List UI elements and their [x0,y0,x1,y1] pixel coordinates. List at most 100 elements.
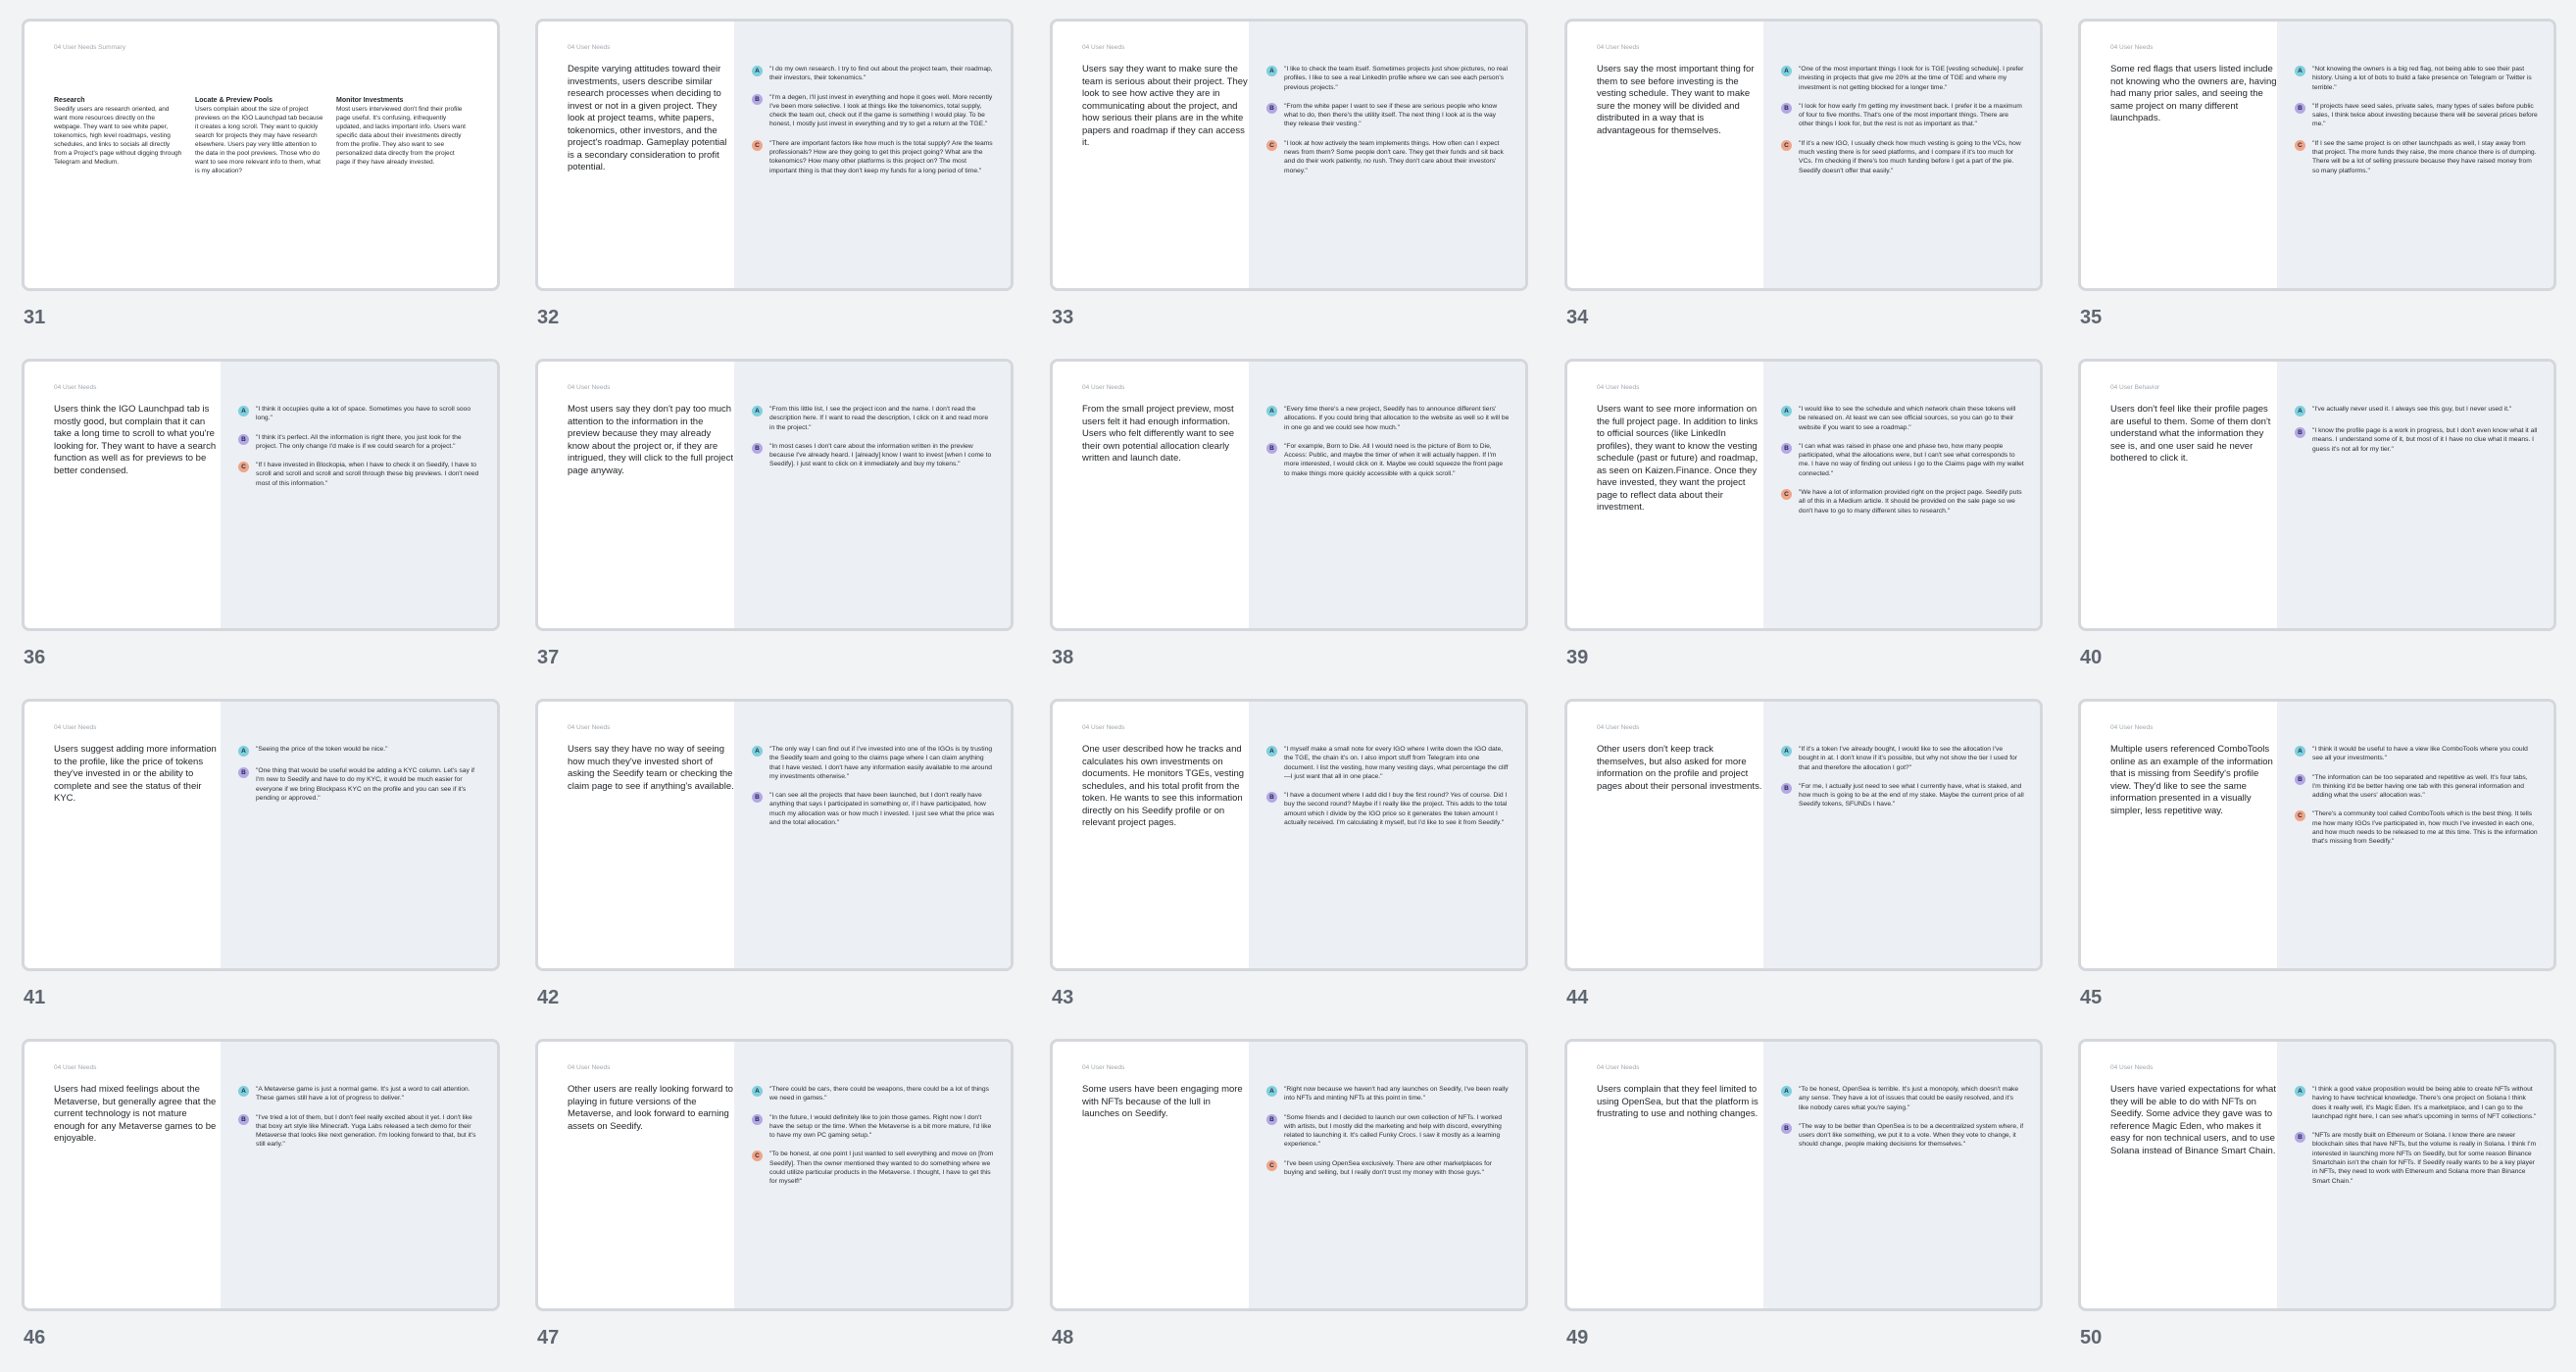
slide-thumbnail[interactable]: 04 User Needs Users suggest adding more i… [22,699,500,971]
slide-summary: Other users don't keep track themselves,… [1597,744,1762,792]
slide-number: 43 [1052,987,1074,1008]
quote: A "If it's a token I've already bought, I… [1781,745,2024,772]
quote-text: "In the future, I would definitely like … [769,1113,992,1140]
quote: B "I've tried a lot of them, but I don't … [238,1113,481,1150]
slide-summary: From the small project preview, most use… [1082,404,1235,464]
slide-thumbnail[interactable]: 04 User Needs Users complain that they fe… [1564,1039,2043,1311]
slide-left-column: 04 User Needs Users complain that they fe… [1567,1042,1763,1308]
slide-thumbnail[interactable]: 04 User Needs Users think the IGO Launchp… [22,359,500,631]
slide-cell[interactable]: 04 User Behavior Users don't feel like th… [2078,359,2556,692]
slide-cell[interactable]: 04 User Needs Most users say they don't p… [535,359,1014,692]
quote: C "To be honest, at one point I just want… [752,1150,995,1186]
slide-thumbnail[interactable]: 04 User Needs Users have varied expectati… [2078,1039,2556,1311]
slide-cell[interactable]: 04 User Needs Some users have been engagi… [1050,1039,1528,1372]
quote: C "If I have invested in Blockopia, when … [238,461,481,488]
slide-thumbnail[interactable]: 04 User Needs Users had mixed feelings ab… [22,1039,500,1311]
slide-thumbnail[interactable]: 04 User Needs From the small project prev… [1050,359,1528,631]
slide-number: 40 [2080,647,2103,668]
quote-text: "I look for how early I'm getting my inv… [1799,102,2022,128]
participant-badge: C [752,139,763,151]
quotes-panel: A "There could be cars, there could be we… [734,1042,1011,1308]
slide-thumbnail[interactable]: 04 User Needs Users say the most importan… [1564,19,2043,291]
quote-text: "I have a document where I add did I buy… [1284,792,1508,827]
slide-cell[interactable]: 04 User Needs One user described how he t… [1050,699,1528,1032]
slide-thumbnail[interactable]: 04 User Needs Summary Research Seedify u… [22,19,500,291]
quote-text: "If projects have seed sales, private sa… [2312,102,2538,128]
slide-cell[interactable]: 04 User Needs Despite varying attitudes t… [535,19,1014,352]
slide-thumbnail[interactable]: 04 User Needs Other users don't keep trac… [1564,699,2043,971]
quote: A "To be honest, OpenSea is terrible. It'… [1781,1085,2024,1112]
slide-thumbnail[interactable]: 04 User Needs Some users have been engagi… [1050,1039,1528,1311]
slide-cell[interactable]: 04 User Needs Users have varied expectati… [2078,1039,2556,1372]
slide-left-column: 04 User Needs Users want to see more info… [1567,362,1763,628]
quote-text: "I think it would be useful to have a vi… [2312,746,2528,762]
slide-thumbnail[interactable]: 04 User Needs Users say they have no way … [535,699,1014,971]
quote-text: "Seeing the price of the token would be … [256,746,388,753]
quote: B "The information can be too separated a… [2295,773,2538,801]
quote-text: "For example, Born to Die. All I would n… [1284,442,1504,477]
slide-cell[interactable]: 04 User Needs Users say they have no way … [535,699,1014,1032]
slide-thumbnail[interactable]: 04 User Needs Some red flags that users l… [2078,19,2556,291]
summary-body: Users complain about the size of project… [195,106,323,174]
participant-badge: B [1781,442,1792,454]
slide-cell[interactable]: 04 User Needs From the small project prev… [1050,359,1528,692]
slide-thumbnail[interactable]: 04 User Needs One user described how he t… [1050,699,1528,971]
slide-thumbnail[interactable]: 04 User Behavior Users don't feel like th… [2078,359,2556,631]
quote-text: "I can what was raised in phase one and … [1799,442,2024,477]
slide-cell[interactable]: 04 User Needs Other users don't keep trac… [1564,699,2043,1032]
quotes-panel: A "I've actually never used it. I always … [2277,362,2553,628]
quote: B "Some friends and I decided to launch o… [1266,1113,1510,1150]
slide-cell[interactable]: 04 User Needs Multiple users referenced C… [2078,699,2556,1032]
slide-thumbnail[interactable]: 04 User Needs Users say they want to make… [1050,19,1528,291]
slide-label: 04 User Needs [2110,1064,2154,1071]
slide-left-column: 04 User Needs From the small project prev… [1053,362,1249,628]
slide-label: 04 User Needs [1082,44,1125,51]
slide-number: 34 [1566,307,1589,328]
participant-badge: A [238,1086,249,1097]
slide-label: 04 User Needs [1082,384,1125,391]
quote: C "I've been using OpenSea exclusively. T… [1266,1159,1510,1178]
quote-text: "If I see the same project is on other l… [2312,139,2537,174]
quote-text: "I think it occupies quite a lot of spac… [256,406,471,422]
slide-cell[interactable]: 04 User Needs Users think the IGO Launchp… [22,359,500,692]
slide-thumbnail[interactable]: 04 User Needs Multiple users referenced C… [2078,699,2556,971]
participant-badge: C [752,1151,763,1162]
slide-cell[interactable]: 04 User Needs Other users are really look… [535,1039,1014,1372]
quote: A "Not knowing the owners is a big red fl… [2295,65,2538,92]
quote: B "For me, I actually just need to see wh… [1781,782,2024,809]
quotes-panel: A "I think it occupies quite a lot of spa… [221,362,497,628]
slide-cell[interactable]: 04 User Needs Users complain that they fe… [1564,1039,2043,1372]
quote-text: "I would like to see the schedule and wh… [1799,406,2016,431]
slide-thumbnail[interactable]: 04 User Needs Most users say they don't p… [535,359,1014,631]
quotes-panel: A "Right now because we haven't had any l… [1249,1042,1525,1308]
quote-text: "I can see all the projects that have be… [769,792,995,827]
slide-cell[interactable]: 04 User Needs Some red flags that users l… [2078,19,2556,352]
quote-text: "I've actually never used it. I always s… [2312,406,2512,413]
slide-summary: Users want to see more information on th… [1597,404,1759,513]
slide-label: 04 User Needs [1597,724,1640,731]
slide-cell[interactable]: 04 User Needs Users had mixed feelings ab… [22,1039,500,1372]
participant-badge: B [1781,102,1792,114]
slide-label: 04 User Needs [1597,1064,1640,1071]
summary-heading: Locate & Preview Pools [195,97,272,104]
slide-left-column: 04 User Needs Users had mixed feelings ab… [25,1042,221,1308]
slide-label: 04 User Behavior [2110,384,2160,391]
slide-cell[interactable]: 04 User Needs Summary Research Seedify u… [22,19,500,352]
slide-cell[interactable]: 04 User Needs Users suggest adding more i… [22,699,500,1032]
slide-thumbnail[interactable]: 04 User Needs Despite varying attitudes t… [535,19,1014,291]
slide-cell[interactable]: 04 User Needs Users say they want to make… [1050,19,1528,352]
slide-label: 04 User Needs [1597,384,1640,391]
participant-badge: B [2295,1132,2305,1144]
slide-number: 50 [2080,1327,2103,1348]
quote: B "I can see all the projects that have b… [752,791,995,827]
participant-badge: B [1266,102,1277,114]
slide-cell[interactable]: 04 User Needs Users say the most importan… [1564,19,2043,352]
slide-thumbnail[interactable]: 04 User Needs Users want to see more info… [1564,359,2043,631]
quote: C "We have a lot of information provided … [1781,488,2024,515]
slide-cell[interactable]: 04 User Needs Users want to see more info… [1564,359,2043,692]
quote: C "If it's a new IGO, I usually check how… [1781,139,2024,175]
slide-thumbnail[interactable]: 04 User Needs Other users are really look… [535,1039,1014,1311]
slide-number: 36 [24,647,46,668]
quote-text: "A Metaverse game is just a normal game.… [256,1086,471,1102]
quote: C "I look at how actively the team implem… [1266,139,1510,175]
